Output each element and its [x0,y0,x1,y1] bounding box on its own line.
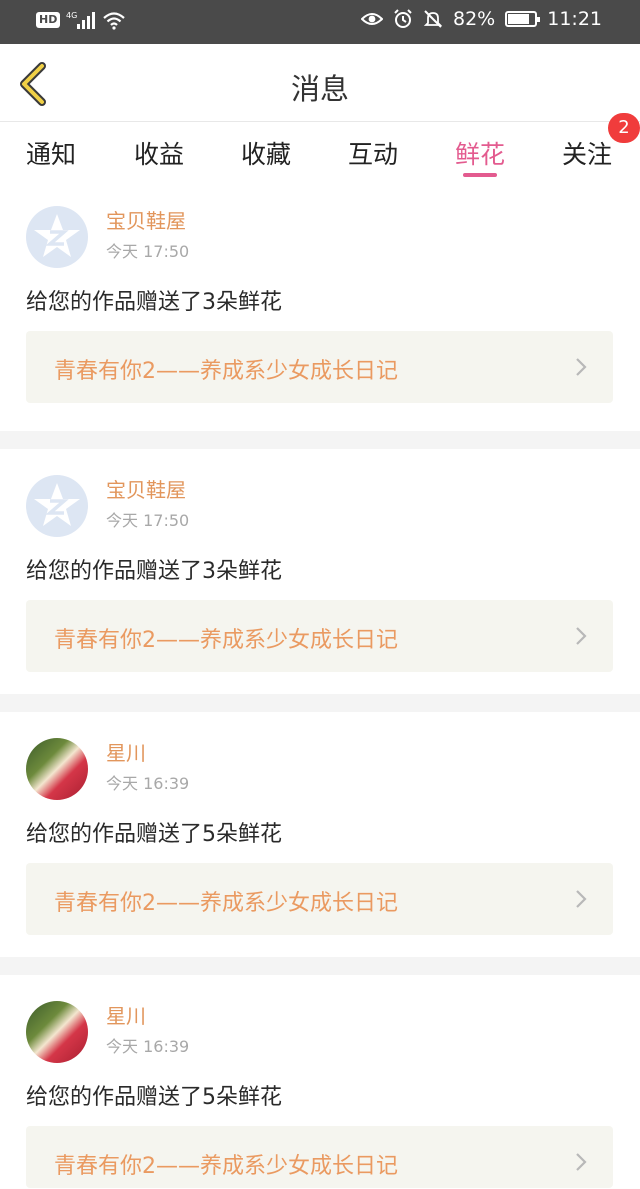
eye-icon [361,13,383,25]
chevron-right-icon [576,1153,587,1171]
message-text: 给您的作品赠送了3朵鲜花 [26,559,282,584]
timestamp: 今天 16:39 [106,1037,190,1056]
message-text: 给您的作品赠送了3朵鲜花 [26,290,282,315]
battery-percent: 82% [453,8,496,30]
chevron-right-icon [576,890,587,908]
tab-notifications[interactable]: 通知 [26,135,76,171]
avatar-star-icon [34,483,80,526]
default-avatar[interactable] [26,475,88,537]
clock: 11:21 [547,8,602,30]
list-item: 星川 今天 16:39 给您的作品赠送了5朵鲜花 青春有你2——养成系少女成长日… [0,975,640,1189]
mute-bell-icon [423,10,443,28]
hd-indicator: HD [36,12,61,28]
chevron-right-icon [576,358,587,376]
message-text: 给您的作品赠送了5朵鲜花 [26,1085,282,1110]
username[interactable]: 宝贝鞋屋 [106,474,186,503]
tab-following[interactable]: 关注 [562,135,612,171]
following-badge: 2 [608,113,640,143]
status-bar: HD 4G 82% 11:21 [0,0,640,44]
battery-icon [505,11,541,27]
avatar-star-icon [34,214,80,257]
list-item: 宝贝鞋屋 今天 17:50 给您的作品赠送了3朵鲜花 青春有你2——养成系少女成… [0,180,640,430]
tab-favorites[interactable]: 收藏 [241,135,291,171]
list-item: 星川 今天 16:39 给您的作品赠送了5朵鲜花 青春有你2——养成系少女成长日… [0,712,640,956]
battery-fill [508,14,530,24]
work-card[interactable]: 青春有你2——养成系少女成长日记 [26,600,613,672]
divider [0,957,640,975]
network-type: 4G [66,11,77,20]
timestamp: 今天 17:50 [106,511,190,530]
wifi-icon [103,12,126,30]
tab-flowers[interactable]: 鲜花 [455,135,505,171]
chevron-right-icon [576,627,587,645]
header: 消息 [0,44,640,122]
message-text: 给您的作品赠送了5朵鲜花 [26,822,282,847]
work-title: 青春有你2——养成系少女成长日记 [54,628,398,653]
page-title: 消息 [290,72,349,106]
work-title: 青春有你2——养成系少女成长日记 [54,1154,398,1179]
tab-bar: 通知 收益 收藏 互动 鲜花 关注 [0,123,640,180]
username[interactable]: 星川 [106,737,146,766]
work-card[interactable]: 青春有你2——养成系少女成长日记 [26,863,613,935]
active-tab-indicator [463,173,497,177]
photo-avatar[interactable] [26,738,88,800]
list-item: 宝贝鞋屋 今天 17:50 给您的作品赠送了3朵鲜花 青春有你2——养成系少女成… [0,449,640,693]
alarm-icon [394,9,412,28]
work-title: 青春有你2——养成系少女成长日记 [54,359,398,384]
tab-interactions[interactable]: 互动 [348,135,398,171]
timestamp: 今天 17:50 [106,242,190,261]
divider [0,431,640,449]
photo-avatar[interactable] [26,1001,88,1063]
status-left: HD 4G [36,10,126,30]
work-card[interactable]: 青春有你2——养成系少女成长日记 [26,331,613,403]
tab-earnings[interactable]: 收益 [134,135,184,171]
username[interactable]: 宝贝鞋屋 [106,205,186,234]
work-title: 青春有你2——养成系少女成长日记 [54,891,398,916]
default-avatar[interactable] [26,206,88,268]
signal-icon: 4G [66,11,96,29]
divider [0,694,640,712]
work-card[interactable]: 青春有你2——养成系少女成长日记 [26,1126,613,1188]
username[interactable]: 星川 [106,1000,146,1029]
status-right: 82% 11:21 [361,8,602,30]
timestamp: 今天 16:39 [106,774,190,793]
